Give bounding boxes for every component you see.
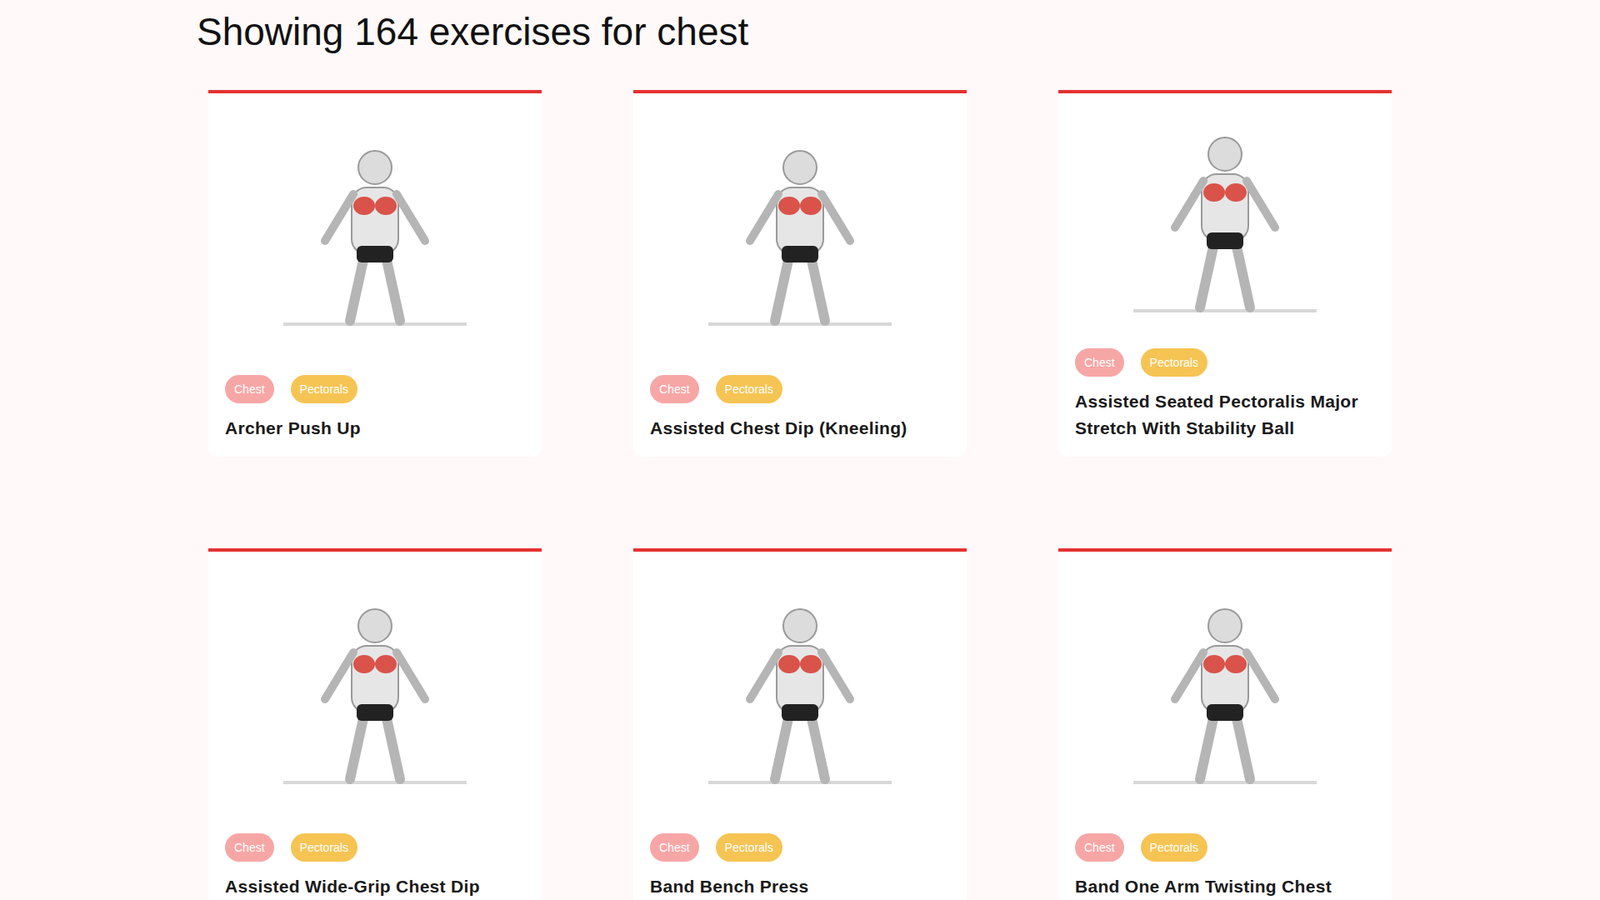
results-heading: Showing 164 exercises for chest [196, 8, 1209, 55]
exercise-illustration [225, 551, 525, 830]
exercise-illustration [1075, 551, 1375, 830]
exercise-card[interactable]: Chest Pectorals Archer Push Up [208, 90, 542, 457]
tag[interactable]: Chest [650, 833, 700, 862]
tag-list: Chest Pectorals [1075, 833, 1375, 862]
exercise-title[interactable]: Assisted Wide-Grip Chest Dip [225, 873, 525, 900]
exercise-card[interactable]: Chest Pectorals Band One Arm Twisting Che… [1058, 548, 1392, 900]
exercise-title[interactable]: Archer Push Up [225, 415, 525, 442]
exercise-title[interactable]: Band One Arm Twisting Chest [1075, 873, 1375, 900]
exercise-figure-icon [250, 582, 500, 800]
exercise-title[interactable]: Band Bench Press [650, 873, 950, 900]
tag[interactable]: Chest [225, 833, 275, 862]
tag[interactable]: Pectorals [290, 833, 358, 862]
tag[interactable]: Pectorals [290, 375, 358, 404]
exercise-card[interactable]: Chest Pectorals Assisted Wide-Grip Chest … [208, 548, 542, 900]
exercise-illustration [225, 93, 525, 372]
exercise-title[interactable]: Assisted Seated Pectoralis Major Stretch… [1075, 388, 1375, 442]
exercise-grid: Chest Pectorals Archer Push Up Chest Pecto… [196, 90, 1209, 900]
tag[interactable]: Pectorals [715, 833, 783, 862]
exercise-figure-icon [675, 582, 925, 800]
exercise-illustration [650, 551, 950, 830]
tag-list: Chest Pectorals [225, 833, 525, 862]
exercise-page: Showing 164 exercises for chest Chest Pec… [0, 0, 1209, 900]
tag-list: Chest Pectorals [225, 375, 525, 404]
exercise-card[interactable]: Chest Pectorals Assisted Chest Dip (Kneel… [633, 90, 967, 457]
tag-list: Chest Pectorals [1075, 348, 1375, 377]
exercise-figure-icon [675, 124, 925, 341]
exercise-illustration [650, 93, 950, 372]
exercise-title[interactable]: Assisted Chest Dip (Kneeling) [650, 415, 950, 442]
exercise-card[interactable]: Chest Pectorals Band Bench Press [633, 548, 967, 900]
exercise-figure-icon [1100, 582, 1350, 800]
exercise-illustration [1075, 93, 1375, 345]
tag[interactable]: Pectorals [1140, 348, 1208, 377]
tag[interactable]: Pectorals [715, 375, 783, 404]
tag[interactable]: Chest [650, 375, 700, 404]
tag[interactable]: Chest [225, 375, 275, 404]
exercise-figure-icon [250, 124, 500, 341]
tag[interactable]: Chest [1075, 833, 1125, 862]
tag[interactable]: Pectorals [1140, 833, 1208, 862]
tag-list: Chest Pectorals [650, 375, 950, 404]
tag-list: Chest Pectorals [650, 833, 950, 862]
exercise-card[interactable]: Chest Pectorals Assisted Seated Pectorali… [1058, 90, 1392, 457]
tag[interactable]: Chest [1075, 348, 1125, 377]
exercise-figure-icon [1100, 110, 1350, 328]
